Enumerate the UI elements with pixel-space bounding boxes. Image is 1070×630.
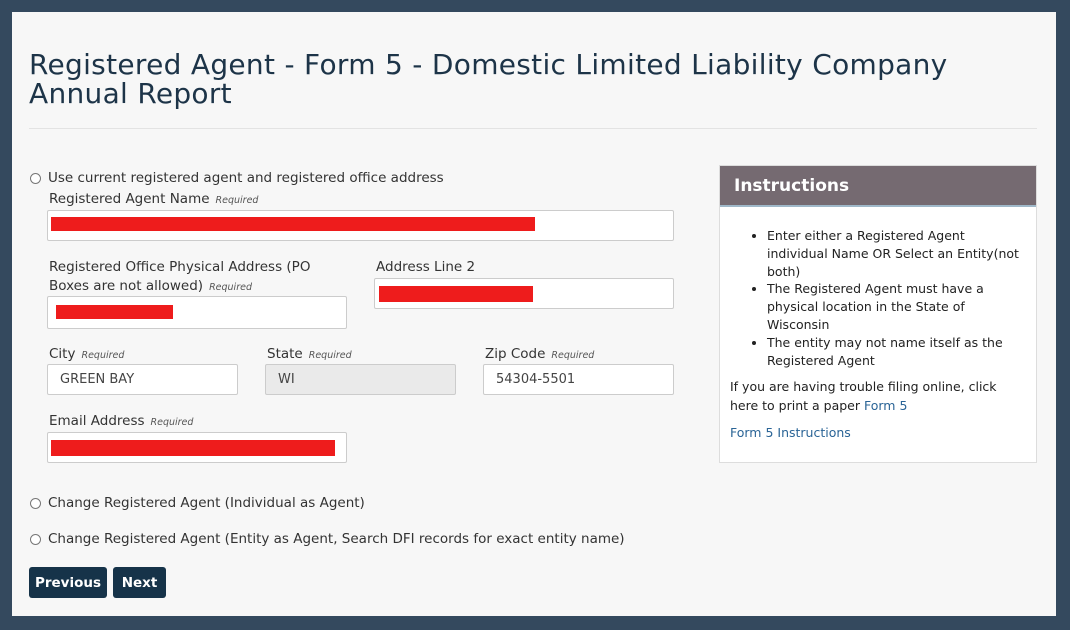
email-label-text: Email Address — [49, 413, 145, 429]
required-tag: Required — [308, 350, 352, 361]
radio-change-individual[interactable] — [30, 497, 41, 509]
city-input[interactable]: GREEN BAY — [47, 364, 238, 395]
state-label-text: State — [267, 346, 303, 362]
instruction-item: The entity may not name itself as the Re… — [767, 334, 1036, 370]
form-5-link[interactable]: Form 5 — [864, 398, 907, 413]
state-input: WI — [265, 364, 456, 395]
office-address-label-text: Registered Office Physical Address (PO B… — [49, 259, 311, 294]
instructions-link-paragraph: Form 5 Instructions — [730, 423, 1026, 442]
required-tag: Required — [209, 282, 252, 293]
required-tag: Required — [551, 350, 595, 361]
radio-change-entity[interactable] — [30, 533, 41, 545]
zip-label: Zip Code Required — [485, 345, 594, 365]
required-tag: Required — [215, 195, 259, 206]
zip-input[interactable]: 54304-5501 — [483, 364, 674, 395]
agent-name-label-text: Registered Agent Name — [49, 191, 210, 207]
instructions-title: Instructions — [720, 166, 1036, 207]
option-change-entity[interactable]: Change Registered Agent (Entity as Agent… — [30, 531, 625, 547]
city-label-text: City — [49, 346, 76, 362]
state-label: State Required — [267, 345, 352, 365]
redacted-agent-name — [51, 217, 535, 231]
instruction-item: The Registered Agent must have a physica… — [767, 280, 1036, 333]
required-tag: Required — [150, 417, 194, 428]
email-label: Email Address Required — [49, 412, 193, 432]
previous-button[interactable]: Previous — [29, 567, 107, 598]
page-title: Registered Agent - Form 5 - Domestic Lim… — [29, 48, 948, 110]
city-label: City Required — [49, 345, 124, 365]
instructions-list: Enter either a Registered Agent individu… — [720, 227, 1036, 369]
trouble-text-paragraph: If you are having trouble filing online,… — [730, 377, 1026, 415]
email-input[interactable] — [47, 432, 347, 463]
redacted-address-line2 — [379, 286, 533, 302]
redacted-email — [51, 440, 335, 456]
office-address-input[interactable] — [47, 296, 347, 329]
option-use-current[interactable]: Use current registered agent and registe… — [30, 170, 444, 186]
agent-name-input[interactable] — [47, 210, 674, 241]
required-tag: Required — [81, 350, 125, 361]
zip-label-text: Zip Code — [485, 346, 546, 362]
instructions-panel: Instructions Enter either a Registered A… — [719, 165, 1037, 463]
office-address-label: Registered Office Physical Address (PO B… — [49, 258, 324, 297]
next-button[interactable]: Next — [113, 567, 166, 598]
agent-name-label: Registered Agent Name Required — [49, 190, 258, 210]
address-line2-input[interactable] — [374, 278, 674, 309]
instruction-item: Enter either a Registered Agent individu… — [767, 227, 1036, 280]
option-use-current-label: Use current registered agent and registe… — [48, 170, 444, 186]
form-panel: Registered Agent - Form 5 - Domestic Lim… — [12, 12, 1056, 616]
address-line2-label: Address Line 2 — [376, 259, 476, 275]
option-change-individual[interactable]: Change Registered Agent (Individual as A… — [30, 495, 365, 511]
title-divider — [29, 128, 1037, 129]
option-change-individual-label: Change Registered Agent (Individual as A… — [48, 495, 365, 511]
radio-use-current[interactable] — [30, 172, 41, 184]
form-5-instructions-link[interactable]: Form 5 Instructions — [730, 425, 851, 440]
option-change-entity-label: Change Registered Agent (Entity as Agent… — [48, 531, 625, 547]
redacted-office-address — [56, 305, 173, 319]
